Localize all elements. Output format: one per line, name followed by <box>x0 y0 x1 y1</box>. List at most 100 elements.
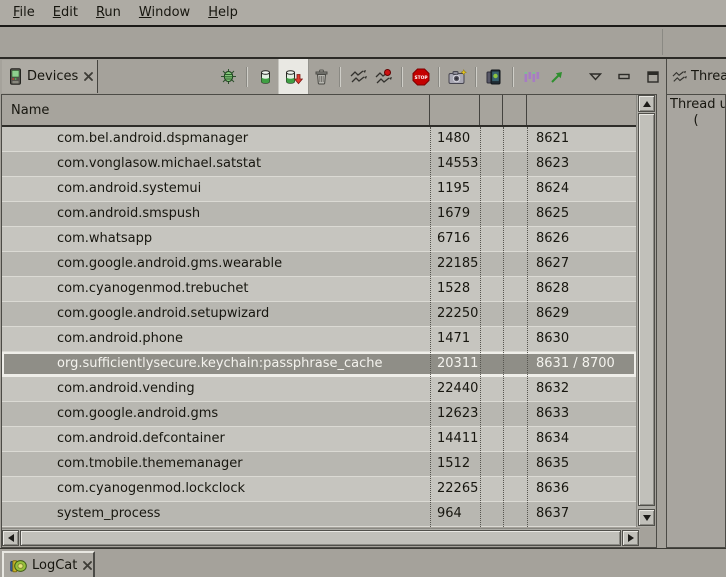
column-header-empty[interactable] <box>503 95 527 125</box>
process-pid: 22440 <box>430 377 480 401</box>
debug-process-button[interactable] <box>216 64 241 90</box>
device-row[interactable]: com.google.android.gms.wearable 22185 86… <box>2 252 636 277</box>
close-icon[interactable] <box>82 560 93 571</box>
device-row[interactable]: com.bel.android.dspmanager 1480 8621 <box>2 127 636 152</box>
process-name: com.bel.android.dspmanager <box>2 127 430 151</box>
device-row[interactable]: com.android.phone 1471 8630 <box>2 327 636 352</box>
device-row[interactable]: com.vonglasow.michael.satstat 14553 8623 <box>2 152 636 177</box>
toolbar-separator <box>246 67 248 87</box>
process-name: com.android.vending <box>2 377 430 401</box>
column-header-name[interactable]: Name <box>2 95 430 125</box>
menu-file[interactable]: File <box>4 2 44 23</box>
device-row[interactable]: com.google.android.gms 12623 8633 <box>2 402 636 427</box>
process-name: com.cyanogenmod.trebuchet <box>2 277 430 301</box>
process-pid: 22185 <box>430 252 480 276</box>
screen-capture-button[interactable] <box>445 64 470 90</box>
view-menu-button[interactable] <box>585 64 605 90</box>
cause-gc-button[interactable] <box>309 64 334 90</box>
device-table-header: Name <box>2 95 636 127</box>
process-pid: 22265 <box>430 477 480 501</box>
debug-port: 8636 <box>527 477 636 501</box>
device-row[interactable]: system_process 964 8637 <box>2 502 636 527</box>
logcat-tab-label: LogCat <box>32 558 77 573</box>
menu-bar: FileEditRunWindowHelp <box>0 0 726 27</box>
process-pid: 1512 <box>430 452 480 476</box>
process-pid: 1679 <box>430 202 480 226</box>
tab-logcat[interactable]: LogCat <box>2 551 95 577</box>
close-icon[interactable] <box>83 71 94 82</box>
view-controls <box>585 64 663 90</box>
column-header-empty[interactable] <box>480 95 503 125</box>
menu-run[interactable]: Run <box>87 2 130 23</box>
debug-port: 8637 <box>527 502 636 526</box>
device-row[interactable]: org.sufficientlysecure.keychain:passphra… <box>2 352 636 377</box>
start-method-profiling-button[interactable] <box>371 64 396 90</box>
process-pid: 6716 <box>430 227 480 251</box>
process-name: com.google.android.setupwizard <box>2 302 430 326</box>
process-pid: 14411 <box>430 427 480 451</box>
process-pid: 12623 <box>430 402 480 426</box>
dump-hprof-button[interactable] <box>278 59 309 94</box>
device-row[interactable]: com.android.vending 22440 8632 <box>2 377 636 402</box>
toolbar-separator <box>475 67 477 87</box>
debug-port: 8632 <box>527 377 636 401</box>
debug-port: 8633 <box>527 402 636 426</box>
stop-process-button[interactable]: STOP <box>408 64 433 90</box>
threads-icon <box>672 70 687 84</box>
scroll-down-button[interactable] <box>638 509 655 526</box>
start-opengl-trace-button[interactable] <box>544 64 569 90</box>
toolbar-separator <box>339 67 341 87</box>
process-name: com.android.smspush <box>2 202 430 226</box>
debug-port: 8626 <box>527 227 636 251</box>
up-arrow-icon <box>643 101 651 107</box>
process-pid: 20311 <box>430 352 480 376</box>
process-name: com.whatsapp <box>2 227 430 251</box>
devices-tab-label: Devices <box>27 69 78 84</box>
scroll-right-button[interactable] <box>622 530 639 546</box>
scroll-left-button[interactable] <box>2 530 19 546</box>
column-header-port[interactable] <box>527 95 636 125</box>
tab-threads[interactable]: Threads <box>666 59 726 94</box>
process-name: com.google.android.gms.wearable <box>2 252 430 276</box>
vertical-scrollbar-thumb[interactable] <box>638 113 655 506</box>
device-row[interactable]: com.android.defcontainer 14411 8634 <box>2 427 636 452</box>
menu-help[interactable]: Help <box>199 2 247 23</box>
device-row[interactable]: com.google.android.setupwizard 22250 862… <box>2 302 636 327</box>
device-row[interactable]: com.android.smspush 1679 8625 <box>2 202 636 227</box>
device-row[interactable]: com.cyanogenmod.lockclock 22265 8636 <box>2 477 636 502</box>
device-row[interactable]: com.tmobile.thememanager 1512 8635 <box>2 452 636 477</box>
column-header-pid[interactable] <box>430 95 480 125</box>
debug-port: 8624 <box>527 177 636 201</box>
device-row[interactable]: com.android.systemui 1195 8624 <box>2 177 636 202</box>
device-row[interactable]: com.cyanogenmod.trebuchet 1528 8628 <box>2 277 636 302</box>
scroll-up-button[interactable] <box>638 95 655 112</box>
debug-port: 8635 <box>527 452 636 476</box>
debug-port: 8631 / 8700 <box>527 352 636 376</box>
toolbar-strip <box>0 27 726 59</box>
capture-systrace-button[interactable] <box>519 64 544 90</box>
horizontal-scrollbar-thumb[interactable] <box>20 530 621 546</box>
process-name: com.vonglasow.michael.satstat <box>2 152 430 176</box>
menu-edit[interactable]: Edit <box>44 2 87 23</box>
process-pid: 1528 <box>430 277 480 301</box>
debug-port: 8623 <box>527 152 636 176</box>
tab-devices[interactable]: Devices <box>2 60 98 93</box>
panel-sash[interactable] <box>657 59 666 548</box>
update-heap-button[interactable] <box>253 64 278 90</box>
down-arrow-icon <box>643 515 651 521</box>
device-row[interactable]: com.whatsapp 6716 8626 <box>2 227 636 252</box>
debug-port: 8630 <box>527 327 636 351</box>
minimize-button[interactable] <box>614 64 634 90</box>
horizontal-scrollbar[interactable] <box>2 528 640 546</box>
ddms-window: FileEditRunWindowHelp Devices <box>0 0 726 577</box>
device-table: Name com.bel.android.dspmanager 1480 862… <box>1 94 657 548</box>
process-pid: 22250 <box>430 302 480 326</box>
menu-window[interactable]: Window <box>130 2 199 23</box>
update-threads-button[interactable] <box>346 64 371 90</box>
vertical-scrollbar[interactable] <box>636 95 655 527</box>
process-pid: 1195 <box>430 177 480 201</box>
dump-view-hierarchy-button[interactable] <box>482 64 507 90</box>
process-name: com.tmobile.thememanager <box>2 452 430 476</box>
debug-port: 8628 <box>527 277 636 301</box>
toolbar-separator <box>512 67 514 87</box>
